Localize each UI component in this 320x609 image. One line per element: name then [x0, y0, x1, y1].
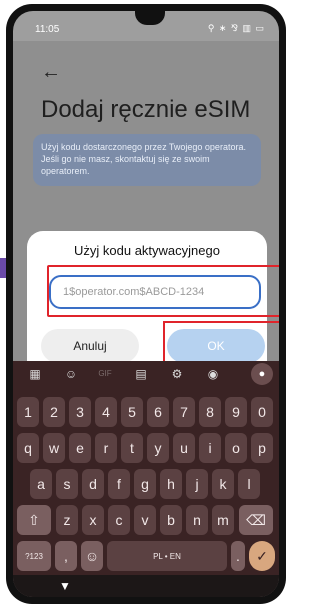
key-f[interactable]: f [108, 469, 130, 499]
page-title: Dodaj ręcznie eSIM [41, 96, 251, 123]
keyboard-toolbar: ▦ ☺ GIF ▤ ⚙ ◉ ● [13, 361, 279, 387]
keyboard: ▦ ☺ GIF ▤ ⚙ ◉ ● 1 2 3 4 5 6 7 8 9 0 q w … [13, 361, 279, 597]
key-z[interactable]: z [56, 505, 78, 535]
zxcv-row: ⇧ z x c v b n m ⌫ [13, 505, 279, 537]
key-8[interactable]: 8 [199, 397, 221, 427]
back-arrow-icon[interactable]: ← [41, 61, 61, 84]
activation-code-dialog: Użyj kodu aktywacyjnego 1$operator.com$A… [27, 231, 279, 377]
key-u[interactable]: u [173, 433, 195, 463]
key-5[interactable]: 5 [121, 397, 143, 427]
key-o[interactable]: o [225, 433, 247, 463]
settings-gear-icon[interactable]: ⚙ [165, 365, 189, 383]
activation-code-input[interactable]: 1$operator.com$ABCD-1234 [49, 275, 261, 309]
key-x[interactable]: x [82, 505, 104, 535]
palette-icon[interactable]: ◉ [201, 365, 225, 383]
status-icons: ⚲ ∗ ⅋ ▥ ▭ [207, 23, 265, 33]
key-t[interactable]: t [121, 433, 143, 463]
key-k[interactable]: k [212, 469, 234, 499]
enter-check-icon[interactable]: ✓ [249, 541, 275, 571]
clipboard-icon[interactable]: ▤ [129, 365, 153, 383]
key-a[interactable]: a [30, 469, 52, 499]
key-j[interactable]: j [186, 469, 208, 499]
qwerty-row: q w e r t y u i o p [13, 433, 279, 465]
key-q[interactable]: q [17, 433, 39, 463]
key-h[interactable]: h [160, 469, 182, 499]
info-banner: Użyj kodu dostarczonego przez Twojego op… [33, 134, 261, 186]
key-4[interactable]: 4 [95, 397, 117, 427]
key-v[interactable]: v [134, 505, 156, 535]
number-row: 1 2 3 4 5 6 7 8 9 0 [13, 397, 279, 429]
app-background: ← Dodaj ręcznie eSIM Użyj kodu dostarczo… [13, 41, 279, 377]
status-time: 11:05 [35, 24, 60, 35]
key-1[interactable]: 1 [17, 397, 39, 427]
period-key[interactable]: . [231, 541, 245, 571]
back-triangle-icon[interactable]: ▼ [59, 579, 71, 593]
key-d[interactable]: d [82, 469, 104, 499]
key-e[interactable]: e [69, 433, 91, 463]
key-c[interactable]: c [108, 505, 130, 535]
shift-icon[interactable]: ⇧ [17, 505, 51, 535]
ok-button[interactable]: OK [167, 329, 265, 363]
asdf-row: a s d f g h j k l [13, 469, 279, 501]
key-9[interactable]: 9 [225, 397, 247, 427]
gif-button[interactable]: GIF [93, 365, 117, 383]
key-b[interactable]: b [160, 505, 182, 535]
key-l[interactable]: l [238, 469, 260, 499]
key-6[interactable]: 6 [147, 397, 169, 427]
comma-key[interactable]: , [55, 541, 77, 571]
microphone-icon[interactable]: ● [251, 363, 273, 385]
emoji-icon[interactable]: ☺ [81, 541, 103, 571]
key-n[interactable]: n [186, 505, 208, 535]
key-2[interactable]: 2 [43, 397, 65, 427]
screen: 11:05 ⚲ ∗ ⅋ ▥ ▭ ← Dodaj ręcznie eSIM Uży… [13, 11, 279, 597]
key-3[interactable]: 3 [69, 397, 91, 427]
cancel-button[interactable]: Anuluj [41, 329, 139, 363]
key-g[interactable]: g [134, 469, 156, 499]
key-w[interactable]: w [43, 433, 65, 463]
key-r[interactable]: r [95, 433, 117, 463]
key-0[interactable]: 0 [251, 397, 273, 427]
key-m[interactable]: m [212, 505, 234, 535]
bottom-row: ?123 , ☺ PL • EN . ✓ [13, 541, 279, 573]
dialog-title: Użyj kodu aktywacyjnego [74, 243, 220, 258]
apps-grid-icon[interactable]: ▦ [23, 365, 47, 383]
key-p[interactable]: p [251, 433, 273, 463]
key-s[interactable]: s [56, 469, 78, 499]
sticker-icon[interactable]: ☺ [59, 365, 83, 383]
symbols-key[interactable]: ?123 [17, 541, 51, 571]
key-y[interactable]: y [147, 433, 169, 463]
space-bar[interactable]: PL • EN [107, 541, 227, 571]
backspace-icon[interactable]: ⌫ [239, 505, 273, 535]
key-7[interactable]: 7 [173, 397, 195, 427]
key-i[interactable]: i [199, 433, 221, 463]
phone-frame: 11:05 ⚲ ∗ ⅋ ▥ ▭ ← Dodaj ręcznie eSIM Uży… [6, 4, 286, 604]
navigation-bar: ▼ [13, 575, 279, 597]
